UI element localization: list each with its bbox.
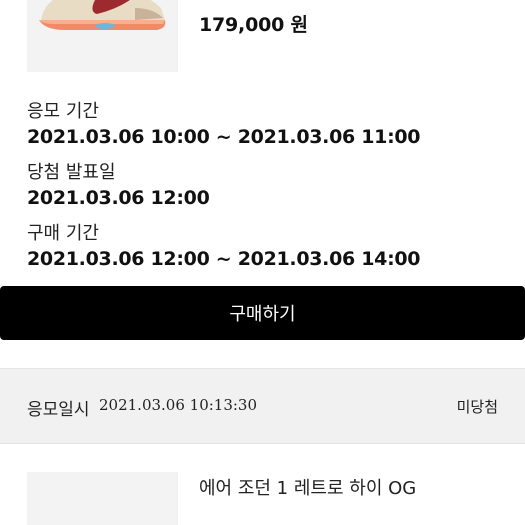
product-image[interactable]: [27, 0, 178, 72]
entry-record-bar: 응모일시 2021.03.06 10:13:30 미당첨: [0, 369, 525, 444]
entry-datetime-label: 응모일시: [27, 400, 90, 420]
sneaker-icon: [39, 0, 166, 30]
buy-button[interactable]: 구매하기: [0, 286, 525, 340]
product-name: 에어 조던 1 레트로 하이 OG: [199, 478, 417, 499]
announce-date-value: 2021.03.06 12:00: [27, 187, 210, 209]
purchase-period-label: 구매 기간: [27, 223, 99, 244]
entry-period-value: 2021.03.06 10:00 ~ 2021.03.06 11:00: [27, 126, 421, 148]
raffle-detail-page: 179,000 원 응모 기간 2021.03.06 10:00 ~ 2021.…: [0, 0, 525, 525]
product-price: 179,000 원: [199, 14, 308, 36]
purchase-period-value: 2021.03.06 12:00 ~ 2021.03.06 14:00: [27, 248, 421, 270]
entry-datetime-value: 2021.03.06 10:13:30: [99, 396, 258, 414]
entry-period-label: 응모 기간: [27, 101, 99, 122]
product-summary-bottom[interactable]: 에어 조던 1 레트로 하이 OG: [0, 444, 525, 525]
entry-status-badge: 미당첨: [456, 398, 498, 416]
announce-date-label: 당첨 발표일: [27, 162, 116, 183]
product-summary-top[interactable]: 179,000 원: [0, 0, 525, 80]
product-image-2[interactable]: [27, 472, 178, 525]
